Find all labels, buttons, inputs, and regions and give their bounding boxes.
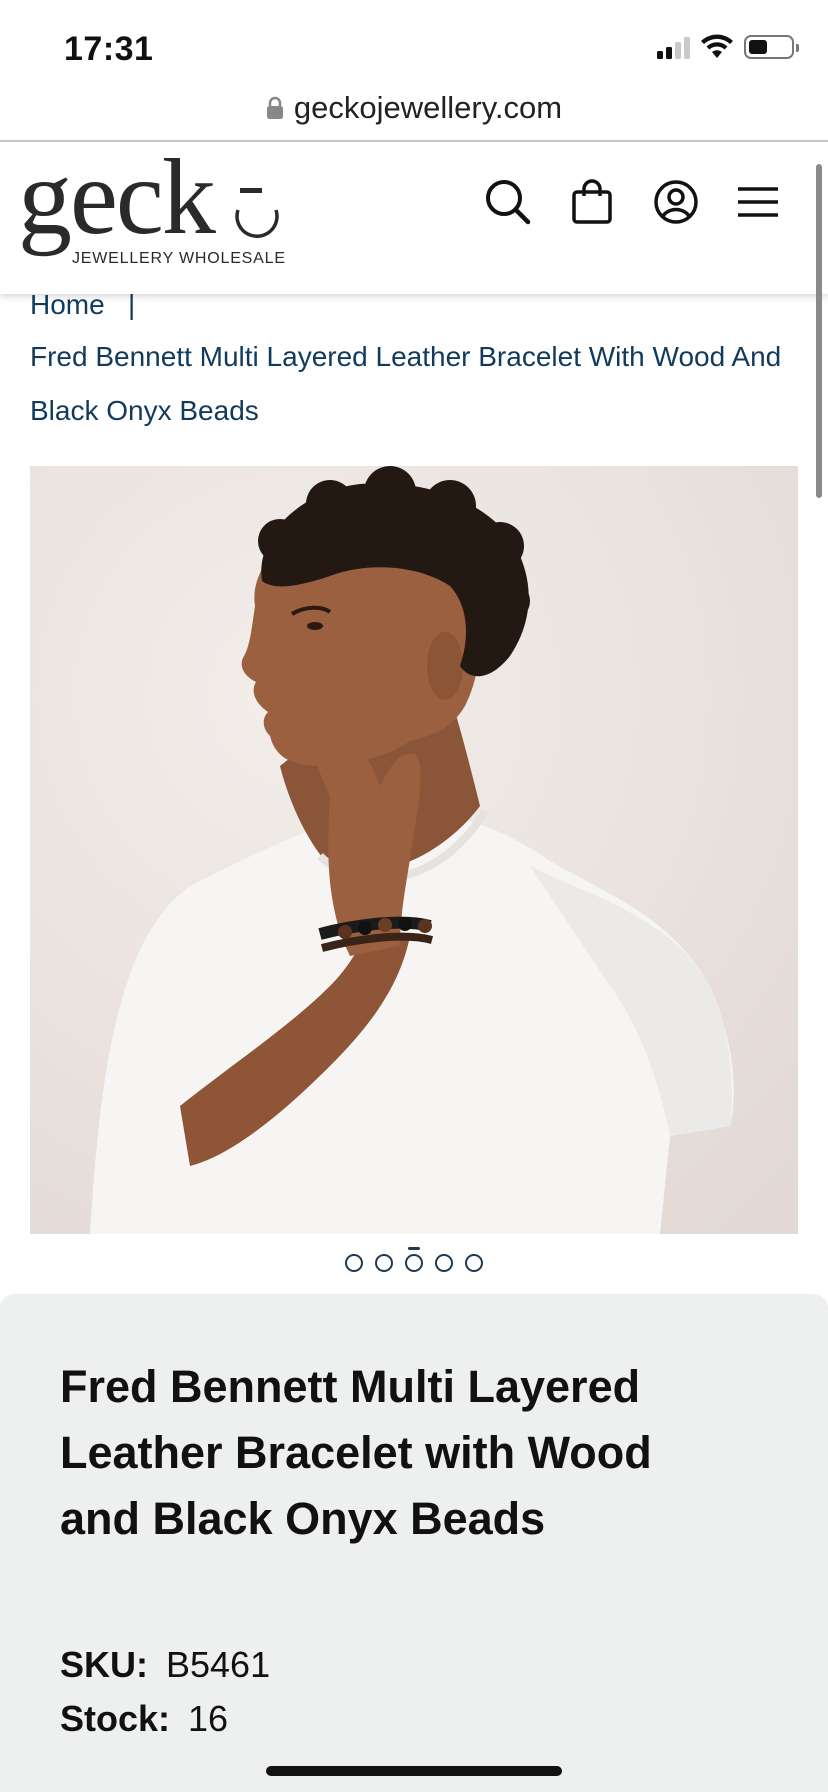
wifi-icon (701, 34, 733, 58)
lock-icon (266, 96, 283, 119)
breadcrumb-current-page: Fred Bennett Multi Layered Leather Brace… (30, 341, 782, 426)
page-scrollbar[interactable] (816, 164, 822, 498)
stock-value: 16 (188, 1698, 229, 1739)
logo-tagline: JEWELLERY WHOLESALE (72, 250, 286, 267)
sku-label: SKU: (60, 1644, 148, 1685)
status-time: 17:31 (64, 30, 154, 68)
address-bar[interactable]: geckojewellery.com (0, 76, 828, 142)
stock-label: Stock: (60, 1698, 171, 1739)
sku-row: SKU: B5461 (60, 1644, 270, 1686)
site-header: geck JEWELLERY WHOLESALE (0, 142, 828, 294)
product-info-panel: Fred Bennett Multi Layered Leather Brace… (0, 1294, 828, 1792)
sku-value: B5461 (166, 1644, 271, 1685)
product-image[interactable] (30, 466, 798, 1234)
brand-logo[interactable]: geck JEWELLERY WHOLESALE (18, 144, 285, 276)
product-title: Fred Bennett Multi Layered Leather Brace… (60, 1361, 652, 1544)
cellular-signal-icon (657, 35, 690, 59)
menu-icon[interactable] (728, 172, 788, 232)
battery-icon (744, 35, 799, 59)
product-photo-model-illustration (30, 466, 798, 1234)
carousel-dot[interactable] (405, 1247, 423, 1272)
account-icon[interactable] (646, 172, 706, 232)
logo-o-mark (235, 209, 279, 238)
search-icon[interactable] (478, 172, 538, 232)
stock-row: Stock: 16 (60, 1698, 228, 1740)
carousel-dot[interactable] (435, 1254, 453, 1272)
url-text: geckojewellery.com (293, 90, 563, 125)
cart-icon[interactable] (562, 172, 622, 232)
carousel-dot[interactable] (375, 1254, 393, 1272)
carousel-pagination (0, 1247, 828, 1272)
carousel-dot[interactable] (345, 1254, 363, 1272)
status-icons (657, 34, 799, 60)
logo-wordmark: geck (18, 138, 216, 257)
home-indicator (266, 1766, 562, 1776)
logo-bar (240, 188, 262, 193)
carousel-dot[interactable] (465, 1254, 483, 1272)
